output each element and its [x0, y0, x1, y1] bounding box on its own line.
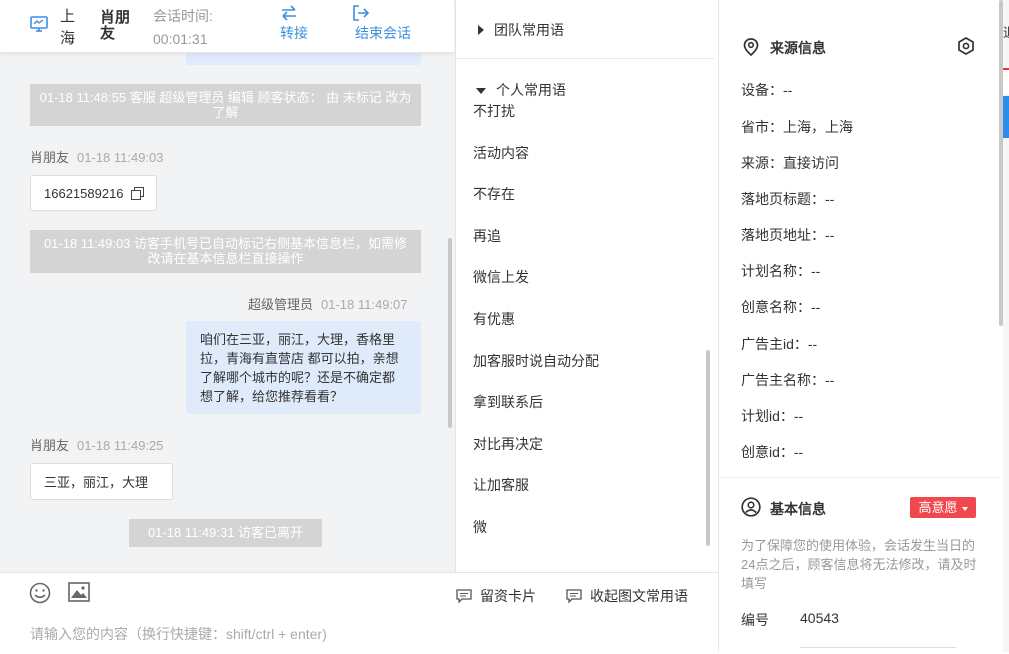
system-message: 01-18 11:49:03 访客手机号已自动标记右侧基本信息栏，如需修改请在基… — [30, 230, 421, 273]
caret-down-icon — [961, 506, 968, 511]
visitor-name: 肖朋友 — [100, 9, 131, 42]
message-input[interactable]: 请输入您的内容（换行快捷键：shift/ctrl + enter) — [30, 624, 327, 644]
divider — [719, 477, 999, 478]
phrase-item[interactable]: 不打扰 — [473, 101, 515, 121]
sender-name: 肖朋友 — [30, 438, 70, 453]
source-row: 创意id：-- — [741, 444, 804, 460]
transfer-icon — [282, 5, 296, 21]
card-icon — [456, 589, 472, 604]
source-row: 广告主id：-- — [741, 336, 818, 352]
caret-right-icon — [478, 25, 484, 35]
edge-char: 退 — [1003, 22, 1009, 41]
phrase-item[interactable]: 让加客服 — [473, 475, 529, 495]
chat-panel: 01-18 11:48:55 客服 超级管理员 编辑 顾客状态： 由 未标记 改… — [0, 0, 456, 572]
id-label: 编号 — [741, 612, 769, 628]
phone-number: 16621589216 — [44, 186, 124, 201]
info-card-button[interactable]: 留资卡片 — [456, 586, 536, 606]
message-meta: 肖朋友 01-18 11:49:25 — [30, 437, 164, 455]
exit-icon — [353, 5, 370, 21]
next-field-box[interactable] — [800, 647, 956, 654]
message-bubble: 16621589216 — [30, 175, 157, 211]
visitor-location: 上海 — [60, 8, 76, 47]
team-phrases-label: 团队常用语 — [494, 22, 564, 38]
caret-down-icon — [476, 88, 486, 95]
message-time: 01-18 11:49:07 — [321, 297, 408, 312]
intent-badge[interactable]: 高意愿 — [910, 497, 976, 518]
message-meta: 肖朋友 01-18 11:49:03 — [30, 149, 164, 167]
phrase-item[interactable]: 微 — [473, 517, 487, 537]
source-row: 落地页标题：-- — [741, 191, 835, 207]
phrase-item[interactable]: 活动内容 — [473, 143, 529, 163]
id-value: 40543 — [800, 610, 839, 626]
window-edge: 退 — [1003, 0, 1009, 652]
divider — [456, 58, 714, 59]
copy-icon[interactable] — [131, 187, 144, 200]
basic-info-title: 基本信息 — [770, 501, 826, 517]
transfer-label: 转接 — [280, 25, 308, 41]
source-row: 广告主名称：-- — [741, 372, 835, 388]
phrases-scrollbar[interactable] — [706, 350, 710, 546]
system-message: 01-18 11:48:55 客服 超级管理员 编辑 顾客状态： 由 未标记 改… — [30, 84, 421, 126]
source-info-title: 来源信息 — [770, 40, 826, 56]
phrase-item[interactable]: 有优惠 — [473, 309, 515, 329]
collapse-phrases-button[interactable]: 收起图文常用语 — [566, 586, 688, 606]
user-icon — [741, 497, 761, 517]
source-row: 计划名称：-- — [741, 263, 821, 279]
monitor-icon — [30, 16, 48, 32]
session-time-value: 00:01:31 — [153, 31, 208, 47]
info-card-label: 留资卡片 — [480, 588, 536, 604]
phrase-item[interactable]: 微信上发 — [473, 267, 529, 287]
sender-name: 肖朋友 — [30, 150, 70, 165]
phrase-item[interactable]: 不存在 — [473, 184, 515, 204]
message-icon — [566, 589, 582, 604]
message-bubble: 咱们在三亚，丽江，大理，香格里拉，青海有直营店 都可以拍，亲想了解哪个城市的呢？… — [186, 321, 421, 414]
source-row: 创意名称：-- — [741, 299, 821, 315]
message-meta: 超级管理员 01-18 11:49:07 — [248, 296, 408, 314]
location-pin-icon — [743, 38, 759, 56]
source-row: 落地页地址：-- — [741, 227, 835, 243]
end-session-label: 结束会话 — [355, 25, 411, 41]
phrase-item[interactable]: 拿到联系后 — [473, 392, 543, 412]
personal-phrases-label: 个人常用语 — [496, 82, 566, 98]
image-icon[interactable] — [68, 582, 90, 602]
source-row: 计划id：-- — [741, 408, 804, 424]
phrase-item[interactable]: 对比再决定 — [473, 434, 543, 454]
basic-info-note: 为了保障您的使用体验，会话发生当日的24点之后，顾客信息将无法修改，请及时填写 — [741, 538, 977, 591]
team-phrases-toggle[interactable]: 团队常用语 — [478, 20, 564, 40]
phrase-item[interactable]: 加客服时说自动分配 — [473, 351, 599, 371]
settings-icon[interactable] — [957, 37, 975, 55]
intent-badge-label: 高意愿 — [918, 500, 958, 515]
message-time: 01-18 11:49:03 — [77, 150, 164, 165]
source-row: 省市：上海，上海 — [741, 119, 853, 135]
end-session-button[interactable]: 结束会话 — [350, 5, 416, 43]
personal-phrases-toggle[interactable]: 个人常用语 — [476, 80, 566, 100]
transfer-button[interactable]: 转接 — [272, 5, 316, 43]
session-time-label: 会话时间: — [153, 8, 213, 24]
edge-blue-mark — [1003, 96, 1009, 138]
source-row: 来源：直接访问 — [741, 155, 839, 171]
edge-red-mark — [1003, 68, 1009, 94]
chat-scrollbar[interactable] — [448, 238, 452, 428]
system-message: 01-18 11:49:31 访客已离开 — [129, 519, 322, 547]
chat-header: 上海 肖朋友 会话时间: 00:01:31 转接 结束会话 — [0, 0, 454, 53]
sender-name: 超级管理员 — [248, 297, 314, 312]
message-bubble: 三亚，丽江，大理 — [30, 463, 173, 500]
source-row: 设备：-- — [741, 82, 793, 98]
emoji-icon[interactable] — [29, 582, 51, 604]
phrase-item[interactable]: 再追 — [473, 226, 501, 246]
message-time: 01-18 11:49:25 — [77, 438, 164, 453]
collapse-phrases-label: 收起图文常用语 — [590, 588, 688, 604]
